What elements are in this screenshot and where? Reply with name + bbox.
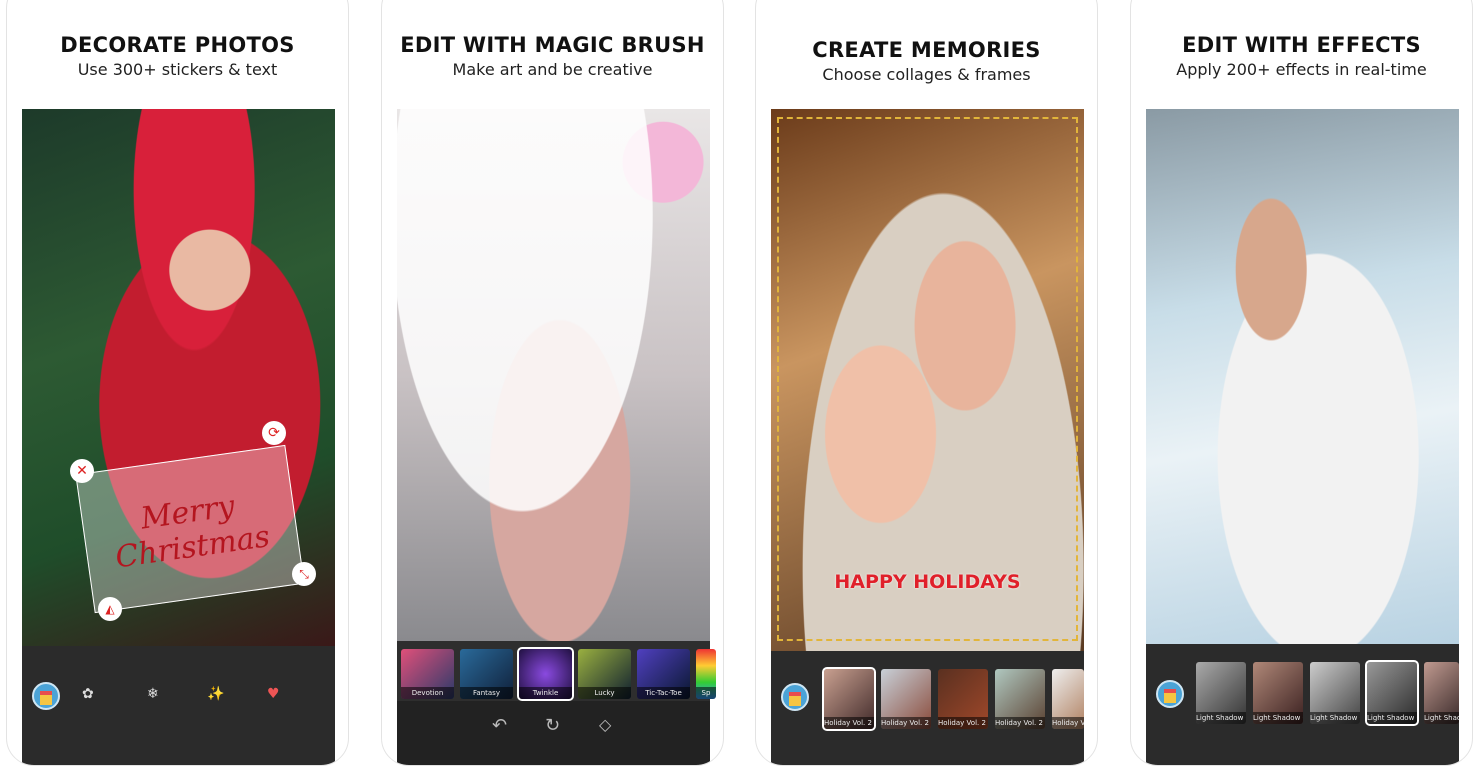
umbrella-photo (397, 109, 710, 641)
brush-sp[interactable]: Sp (696, 649, 716, 699)
resize-icon[interactable]: ⤡ (292, 562, 316, 586)
holiday-photo: HAPPY HOLIDAYS (771, 109, 1084, 651)
shop-icon[interactable] (781, 683, 809, 711)
sticker-text: Merry Christmas (113, 488, 272, 576)
brush-tic-tac-toe[interactable]: Tic-Tac-Toe (637, 649, 690, 699)
brush-devotion[interactable]: Devotion (401, 649, 454, 699)
sticker-merry-icon[interactable]: ✿ (82, 686, 94, 702)
panel-magic-brush: EDIT WITH MAGIC BRUSH Make art and be cr… (381, 0, 724, 766)
panel-title: EDIT WITH EFFECTS (1182, 33, 1421, 57)
sticker-sparkle-icon[interactable]: ✨ (207, 686, 224, 702)
shop-icon[interactable] (32, 682, 60, 710)
brush-fantasy[interactable]: Fantasy (460, 649, 513, 699)
panel-effects: EDIT WITH EFFECTS Apply 200+ effects in … (1130, 0, 1473, 766)
sticker-toolbar: ✿ ❄ ✨ ♥ (22, 646, 335, 765)
panel-subtitle: Apply 200+ effects in real-time (1176, 60, 1427, 79)
effects-photo (1146, 109, 1459, 644)
brush-lucky[interactable]: Lucky (578, 649, 631, 699)
frame-thumb[interactable]: Holiday Vol. 2 03 (938, 669, 988, 729)
christmas-photo: Merry Christmas ✕ ⟳ ⤡ ◭ (22, 109, 335, 646)
sticker-frame[interactable]: Merry Christmas (75, 444, 305, 614)
brush-twinkle[interactable]: Twinkle (517, 647, 574, 701)
brush-toolbar: Devotion Fantasy Twinkle Lucky Tic-Tac-T… (397, 641, 716, 765)
frames-toolbar: Holiday Vol. 2 01 Holiday Vol. 2 02 Holi… (771, 651, 1084, 765)
frame-thumb[interactable]: Holiday Vol. 2 02 (881, 669, 931, 729)
sticker-snowflake-icon[interactable]: ❄ (147, 686, 159, 702)
sticker-heart-icon[interactable]: ♥ (267, 686, 280, 702)
panel-decorate: DECORATE PHOTOS Use 300+ stickers & text… (6, 0, 349, 766)
panel-subtitle: Choose collages & frames (822, 65, 1031, 84)
frame-thumb[interactable]: Holiday Vol (1052, 669, 1084, 729)
panel-memories: CREATE MEMORIES Choose collages & frames… (755, 0, 1098, 766)
frame-text: HAPPY HOLIDAYS (834, 571, 1021, 593)
undo-icon[interactable]: ↶ (492, 715, 507, 736)
panel-subtitle: Use 300+ stickers & text (77, 60, 278, 79)
effect-thumb[interactable]: Light Shadow 03 (1310, 662, 1360, 724)
reset-icon[interactable]: ↻ (545, 715, 560, 736)
panel-subtitle: Make art and be creative (452, 60, 653, 79)
effect-thumb[interactable]: Light Shadow 01 (1196, 662, 1246, 724)
panel-title: CREATE MEMORIES (812, 38, 1041, 62)
rotate-icon[interactable]: ⟳ (262, 421, 286, 445)
frame-thumb[interactable]: Holiday Vol. 2 01 (822, 667, 876, 731)
effect-thumb[interactable]: Light Shado (1424, 662, 1459, 724)
flip-icon[interactable]: ◭ (98, 597, 122, 621)
eraser-icon[interactable]: ◇ (599, 715, 611, 734)
close-icon[interactable]: ✕ (70, 459, 94, 483)
panel-title: EDIT WITH MAGIC BRUSH (400, 33, 705, 57)
panel-title: DECORATE PHOTOS (60, 33, 295, 57)
shop-icon[interactable] (1156, 680, 1184, 708)
effect-thumb[interactable]: Light Shadow 02 (1253, 662, 1303, 724)
effect-thumb[interactable]: Light Shadow 04 (1365, 660, 1419, 726)
effects-toolbar: Light Shadow 01 Light Shadow 02 Light Sh… (1146, 644, 1459, 765)
frame-thumb[interactable]: Holiday Vol. 2 04 (995, 669, 1045, 729)
gold-frame (777, 117, 1078, 641)
